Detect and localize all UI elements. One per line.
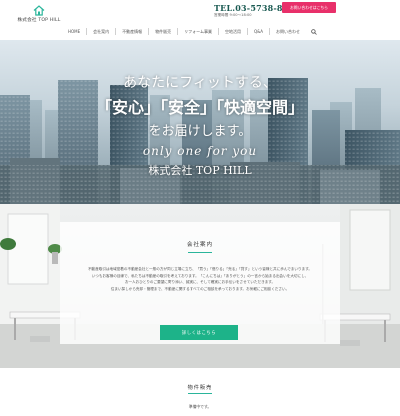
nav-item-property-sales[interactable]: 物件販売 — [148, 28, 177, 35]
hero-tagline: あなたにフィットする、 — [123, 75, 277, 91]
nav-item-contact[interactable]: お問い合わせ — [269, 28, 306, 35]
company-paragraph-line: いつもお客様の目線で、私たちは不動産の取引を考えております。「こんにちは」「あり… — [91, 273, 309, 278]
company-section: 会社案内 不動産取引は地域密着の不動産会社と一般の方が同じ立場に立ち、「買う」「… — [0, 204, 400, 368]
hero-english-copy: only one for you — [142, 144, 258, 158]
site-logo[interactable]: 株式会社 TOP HILL — [9, 5, 69, 23]
house-logo-icon — [33, 5, 45, 16]
nav-item-reform[interactable]: リフォーム事業 — [177, 28, 218, 35]
contact-button[interactable]: お問い合わせはこちら — [282, 2, 336, 13]
property-section: 物件販売 準備中です。 — [0, 368, 400, 416]
hero-copy: あなたにフィットする、 「安心」「安全」「快適空間」 をお届けします。 only… — [0, 40, 400, 204]
hero-headline: 「安心」「安全」「快適空間」 — [95, 98, 304, 117]
nav-item-home[interactable]: HOME — [62, 28, 86, 35]
hero-subline: をお届けします。 — [148, 124, 252, 139]
company-paragraph-line: 住まい探しから売却・管理まで、不動産に関するすべてのご相談を承っております。お気… — [110, 286, 290, 291]
company-detail-button[interactable]: 詳しくはこちら — [160, 325, 238, 340]
hero-banner: あなたにフィットする、 「安心」「安全」「快適空間」 をお届けします。 only… — [0, 40, 400, 204]
company-name: 株式会社 TOP HILL — [17, 18, 61, 23]
main-nav: HOME 会社案内 不動産情報 物件販売 リフォーム事業 空地活用 Q&A お問… — [62, 27, 318, 36]
nav-item-qa[interactable]: Q&A — [247, 28, 269, 35]
company-paragraph-line: お一人おひとりのご要望に寄り添い、誠実に、そして確実にお手伝いをさせていただきま… — [124, 280, 276, 285]
title-underline — [188, 252, 212, 253]
search-icon — [311, 28, 317, 35]
nav-item-company[interactable]: 会社案内 — [86, 28, 115, 35]
company-card: 会社案内 不動産取引は地域密着の不動産会社と一般の方が同じ立場に立ち、「買う」「… — [60, 222, 340, 344]
property-status-text: 準備中です。 — [188, 404, 212, 409]
company-section-title: 会社案内 — [186, 242, 213, 248]
business-hours: 営業時間 9:00〜18:00 — [214, 13, 252, 17]
company-paragraph-line: 不動産取引は地域密着の不動産会社と一般の方が同じ立場に立ち、「買う」「借りる」「… — [87, 267, 313, 271]
title-underline — [188, 393, 212, 394]
site-header: 株式会社 TOP HILL TEL.03-5738-8474 営業時間 9:00… — [0, 0, 400, 40]
search-button[interactable] — [310, 28, 318, 36]
property-section-title: 物件販売 — [187, 385, 213, 391]
hero-company-name: 株式会社 TOP HILL — [148, 164, 252, 177]
nav-item-land-use[interactable]: 空地活用 — [218, 28, 247, 35]
company-description: 不動産取引は地域密着の不動産会社と一般の方が同じ立場に立ち、「買う」「借りる」「… — [82, 266, 318, 292]
nav-item-realestate[interactable]: 不動産情報 — [115, 28, 148, 35]
